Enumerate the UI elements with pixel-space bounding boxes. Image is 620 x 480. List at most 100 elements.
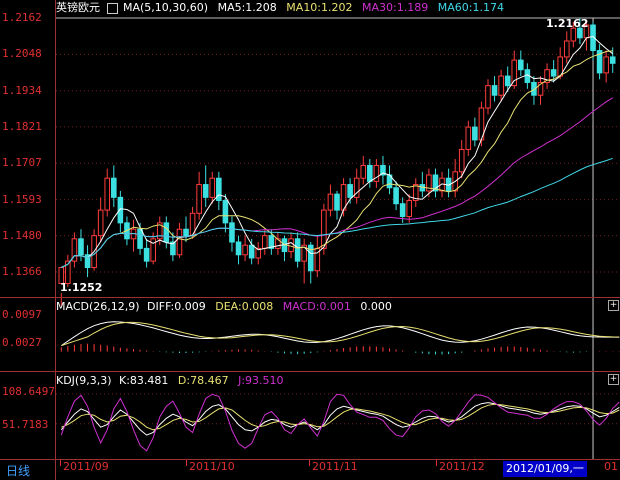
candle-body <box>563 40 570 58</box>
kdj-tick-lower: 51.7183 <box>2 418 49 431</box>
candle-body <box>327 193 334 211</box>
candle-body <box>235 241 242 256</box>
kdj-header: KDJ(9,3,3) K:83.481 D:78.467 J:93.510 <box>56 375 284 387</box>
cursor-date-box: 2012/01/09,一 <box>503 461 587 477</box>
candle-body <box>163 222 170 243</box>
ma30-value: MA30:1.189 <box>362 1 429 14</box>
candle-body <box>360 164 367 179</box>
date-label-next: 01 <box>604 460 618 473</box>
candle-body <box>406 200 413 217</box>
candle-body <box>137 228 143 249</box>
cursor-date: 2012/01/09,一 <box>506 462 584 475</box>
candle-body <box>472 126 478 141</box>
candle-body <box>196 184 202 214</box>
macd-kdj-divider <box>0 371 620 372</box>
candle-body <box>550 69 557 77</box>
price-axis-line <box>55 0 56 460</box>
ma10-value: MA10:1.202 <box>286 1 353 14</box>
chart-window: 英镑欧元 MA(5,10,30,60) MA5:1.208 MA10:1.202… <box>0 0 620 480</box>
ma-indicator-name: MA(5,10,30,60) <box>123 1 209 14</box>
indicator-toggle-icon[interactable] <box>106 2 118 14</box>
price-macd-divider <box>0 297 620 298</box>
kdj-j: J:93.510 <box>238 374 284 387</box>
date-tick-3 <box>309 460 310 466</box>
macd-dea: DEA:0.008 <box>215 300 274 313</box>
date-label-2: 2011/10 <box>189 460 235 473</box>
candle-body <box>294 238 301 262</box>
macd-tick-lower: 0.0027 <box>2 336 42 349</box>
candle-body <box>609 56 616 64</box>
candle-body <box>288 238 294 253</box>
candle-body <box>209 177 216 198</box>
date-label-3: 2011/11 <box>312 460 358 473</box>
date-label-1: 2011/09 <box>63 460 109 473</box>
date-tick-4 <box>436 460 437 466</box>
period-label: 日线 <box>6 464 31 478</box>
candle-body <box>491 85 498 96</box>
candle-body <box>242 244 248 256</box>
candle-body <box>504 75 511 87</box>
candle-body <box>261 235 268 249</box>
price-tick-label: 1.1480 <box>2 228 42 242</box>
candle-body <box>176 228 183 256</box>
ma60-value: MA60:1.174 <box>437 1 504 14</box>
macd-header: MACD(26,12,9) DIFF:0.009 DEA:0.008 MACD:… <box>56 301 392 313</box>
macd-tick-upper: 0.0097 <box>2 308 42 321</box>
kdj-d: D:78.467 <box>177 374 229 387</box>
macd-name: MACD(26,12,9) <box>56 300 140 313</box>
kdj-expand-icon[interactable]: + <box>608 374 619 385</box>
candle-body <box>485 85 491 109</box>
date-tick-2 <box>186 460 187 466</box>
date-label-4: 2011/12 <box>439 460 485 473</box>
macd-extra: 0.000 <box>360 300 392 313</box>
candle-body <box>498 75 504 96</box>
candle-body <box>222 200 229 224</box>
price-tick-label: 1.1593 <box>2 192 42 206</box>
period-tab[interactable]: 日线 <box>0 460 56 480</box>
candle-body <box>183 228 189 237</box>
instrument-name[interactable]: 英镑欧元 <box>56 1 100 14</box>
candle-body <box>603 56 609 74</box>
macd-diff-line <box>61 321 620 347</box>
candle-body <box>143 247 150 262</box>
kdj-name: KDJ(9,3,3) <box>56 374 112 387</box>
candle-body <box>97 209 104 237</box>
candle-body <box>202 184 209 198</box>
chart-canvas[interactable] <box>0 0 620 480</box>
date-tick-1 <box>60 460 61 466</box>
ma30-line <box>61 97 613 268</box>
candle-body <box>518 59 524 71</box>
candle-body <box>334 193 340 211</box>
candle-body <box>393 187 399 205</box>
kdj-tick-upper: 108.6497 <box>2 385 55 398</box>
candle-body <box>465 126 472 150</box>
candle-body <box>104 177 111 211</box>
candle-body <box>117 196 124 224</box>
price-tick-label: 1.1934 <box>2 83 42 97</box>
price-header: 英镑欧元 MA(5,10,30,60) MA5:1.208 MA10:1.202… <box>56 2 504 14</box>
macd-macd: MACD:0.001 <box>282 300 351 313</box>
macd-diff: DIFF:0.009 <box>147 300 206 313</box>
price-tick-label: 1.2162 <box>2 11 42 24</box>
candle-body <box>511 59 518 87</box>
candle-body <box>78 238 84 256</box>
candle-body <box>111 177 117 198</box>
candle-body <box>570 27 577 42</box>
candle-body <box>399 203 406 217</box>
price-tick-label: 1.1707 <box>2 156 42 170</box>
candle-body <box>229 222 235 243</box>
kdj-j-line <box>60 393 620 452</box>
price-tick-label: 1.1821 <box>2 119 42 133</box>
candle-body <box>347 184 353 198</box>
candle-body <box>248 244 255 259</box>
macd-expand-icon[interactable]: + <box>608 300 619 311</box>
price-tick-label: 1.1366 <box>2 265 42 278</box>
candle-body <box>367 164 373 182</box>
candle-body <box>321 209 327 249</box>
kdj-k-line <box>60 402 620 436</box>
ma5-value: MA5:1.208 <box>217 1 277 14</box>
candle-body <box>458 148 465 173</box>
low-price-label: 1.1252 <box>60 281 103 294</box>
price-tick-label: 1.2048 <box>2 47 42 61</box>
kdj-k: K:83.481 <box>119 374 169 387</box>
